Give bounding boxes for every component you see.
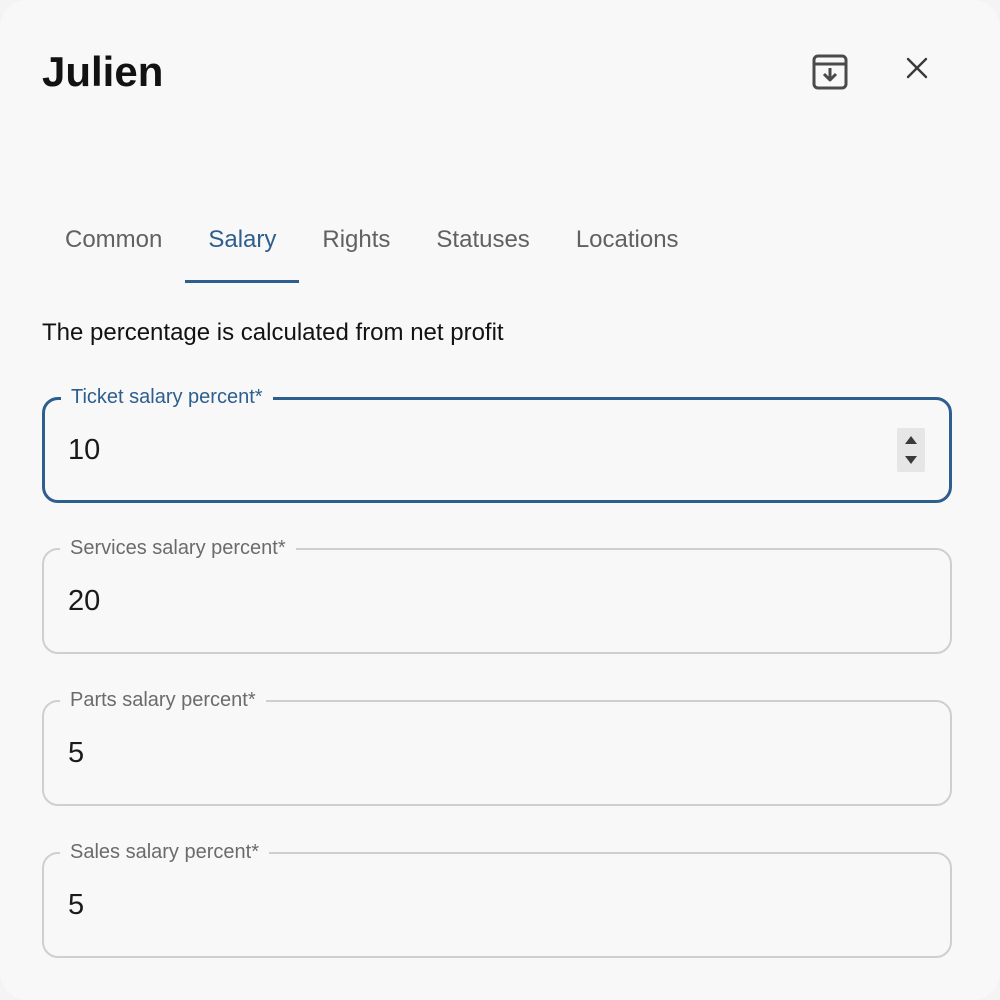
arrow-down-icon — [905, 451, 917, 469]
employee-dialog: Julien Common Salary Rights Statuses Loc… — [0, 0, 1000, 1000]
tab-label: Locations — [575, 226, 679, 253]
parts-salary-percent-field: Parts salary percent* — [42, 686, 952, 806]
tab-statuses[interactable]: Statuses — [413, 196, 552, 284]
services-salary-percent-field: Services salary percent* — [42, 534, 952, 654]
number-stepper — [897, 428, 925, 472]
tab-locations[interactable]: Locations — [553, 196, 702, 284]
tab-bar: Common Salary Rights Statuses Locations — [42, 196, 702, 284]
tab-label: Salary — [208, 226, 277, 253]
ticket-salary-percent-input[interactable] — [68, 427, 868, 473]
services-salary-percent-input[interactable] — [68, 578, 868, 624]
increment-button[interactable] — [897, 430, 925, 450]
ticket-salary-percent-field: Ticket salary percent* — [42, 383, 952, 503]
field-label: Parts salary percent* — [60, 686, 266, 714]
field-label: Services salary percent* — [60, 534, 296, 562]
field-label: Ticket salary percent* — [61, 383, 273, 411]
tab-salary[interactable]: Salary — [185, 196, 300, 284]
archive-icon — [811, 53, 849, 96]
arrow-up-icon — [905, 431, 917, 449]
tab-label: Common — [65, 226, 163, 253]
close-button[interactable] — [893, 46, 941, 94]
decrement-button[interactable] — [897, 450, 925, 470]
salary-description: The percentage is calculated from net pr… — [42, 319, 504, 346]
close-icon — [905, 56, 929, 85]
tab-common[interactable]: Common — [42, 196, 185, 284]
tab-label: Rights — [322, 226, 391, 253]
tab-label: Statuses — [436, 226, 530, 253]
sales-salary-percent-input[interactable] — [68, 882, 868, 928]
field-label: Sales salary percent* — [60, 838, 269, 866]
tab-rights[interactable]: Rights — [299, 196, 413, 284]
parts-salary-percent-input[interactable] — [68, 730, 868, 776]
dialog-title: Julien — [42, 48, 164, 95]
archive-button[interactable] — [806, 50, 854, 98]
sales-salary-percent-field: Sales salary percent* — [42, 838, 952, 958]
